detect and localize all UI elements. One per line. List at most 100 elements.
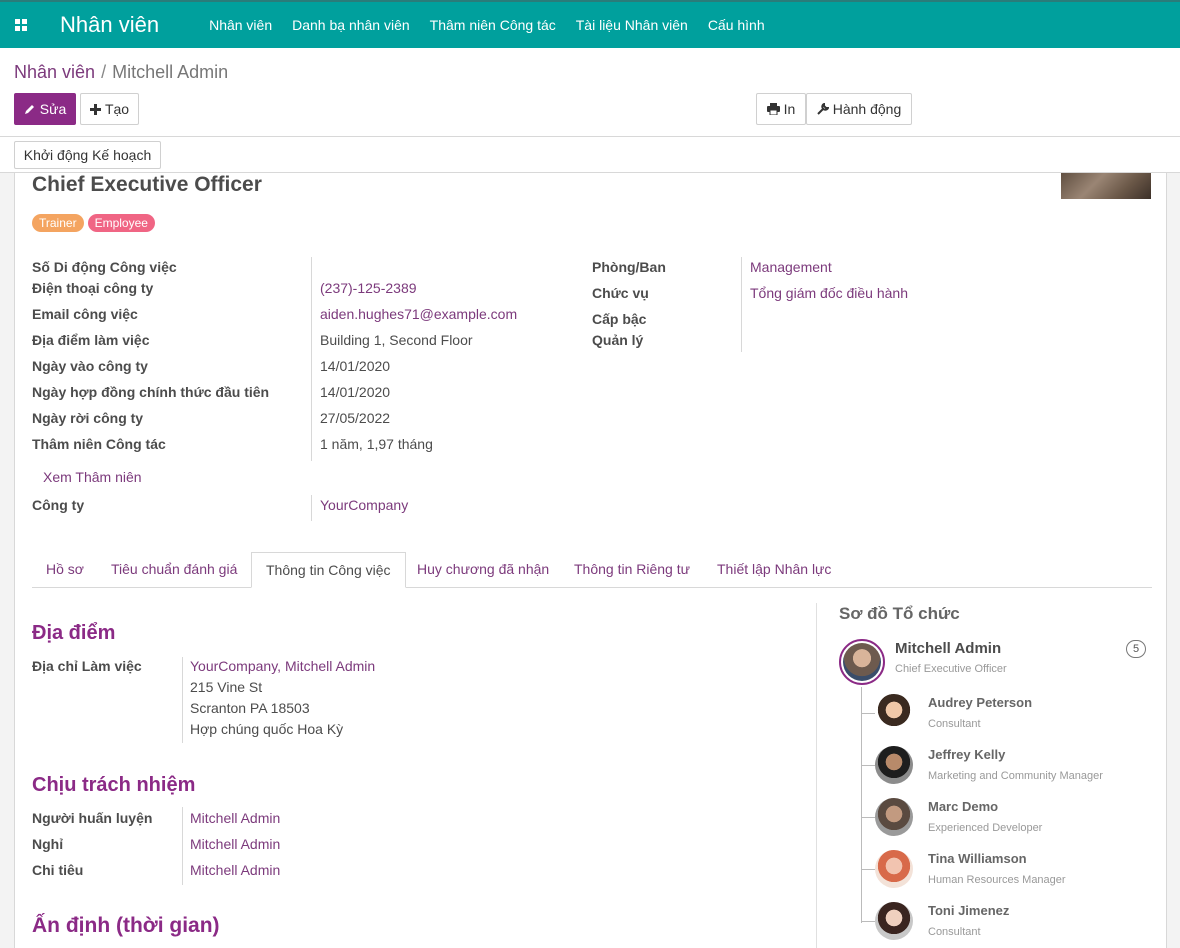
- menu-item-documents[interactable]: Tài liệu Nhân viên: [566, 2, 698, 48]
- join-date-label: Ngày vào công ty: [32, 358, 148, 374]
- position-label: Chức vụ: [592, 285, 649, 301]
- edit-button-label: Sửa: [39, 101, 67, 117]
- subordinate-avatar: [875, 694, 913, 732]
- apps-menu-icon[interactable]: [0, 2, 42, 48]
- app-brand[interactable]: Nhân viên: [60, 12, 159, 38]
- subordinate-name[interactable]: Jeffrey Kelly: [928, 747, 1005, 762]
- wrench-icon: [817, 103, 829, 115]
- top-navbar: Nhân viên Nhân viên Danh bạ nhân viên Th…: [0, 0, 1180, 48]
- tag-trainer[interactable]: Trainer: [32, 214, 84, 232]
- employee-photo[interactable]: [1061, 173, 1151, 199]
- subordinate-name[interactable]: Marc Demo: [928, 799, 998, 814]
- manager-label: Quản lý: [592, 332, 644, 348]
- tab-hr-settings[interactable]: Thiết lập Nhân lực: [703, 552, 845, 588]
- printer-icon: [766, 103, 780, 115]
- work-location-value[interactable]: Building 1, Second Floor: [320, 332, 473, 348]
- pencil-icon: [24, 105, 34, 114]
- subordinate-name[interactable]: Tina Williamson: [928, 851, 1027, 866]
- org-main-name[interactable]: Mitchell Admin: [895, 640, 1001, 657]
- join-date-value[interactable]: 14/01/2020: [320, 358, 390, 374]
- company-label: Công ty: [32, 497, 85, 513]
- leave-approver-value[interactable]: Mitchell Admin: [190, 836, 280, 852]
- status-bar: Khởi động Kế hoạch: [0, 137, 1180, 173]
- work-location-label: Địa điểm làm việc: [32, 332, 150, 348]
- tab-private-information[interactable]: Thông tin Riêng tư: [560, 552, 704, 588]
- org-subordinate[interactable]: Audrey Peterson Consultant: [861, 689, 1161, 737]
- org-subordinate[interactable]: Tina Williamson Human Resources Manager: [861, 845, 1161, 893]
- responsible-section-title: Chịu trách nhiệm: [32, 774, 196, 796]
- org-main-avatar[interactable]: [839, 639, 885, 685]
- menu-item-employees[interactable]: Nhân viên: [199, 2, 282, 48]
- subordinate-count-badge[interactable]: 5: [1126, 640, 1146, 658]
- subordinate-name[interactable]: Toni Jimenez: [928, 903, 1009, 918]
- org-main-role: Chief Executive Officer: [895, 663, 1007, 675]
- email-value[interactable]: aiden.hughes71@example.com: [320, 306, 517, 322]
- org-subordinate[interactable]: Marc Demo Experienced Developer: [861, 793, 1161, 841]
- trainer-value[interactable]: Mitchell Admin: [190, 810, 280, 826]
- tab-badges[interactable]: Huy chương đã nhận: [403, 552, 563, 588]
- main-menu: Nhân viên Danh bạ nhân viên Thâm niên Cô…: [199, 2, 775, 48]
- level-label: Cấp bậc: [592, 311, 647, 327]
- job-title[interactable]: Chief Executive Officer: [32, 173, 262, 197]
- notebook-tabs: Hồ sơ Tiêu chuẩn đánh giá Thông tin Công…: [32, 552, 1152, 588]
- department-value[interactable]: Management: [750, 259, 832, 275]
- company-divider: [311, 495, 312, 521]
- action-button-label: Hành động: [832, 101, 902, 117]
- company-value[interactable]: YourCompany: [320, 497, 408, 513]
- control-panel: Nhân viên / Mitchell Admin Sửa Tạo In Hành…: [0, 48, 1180, 137]
- view-seniority-link[interactable]: Xem Thâm niên: [43, 469, 142, 485]
- menu-item-directory[interactable]: Danh bạ nhân viên: [282, 2, 420, 48]
- org-subordinate[interactable]: Toni Jimenez Consultant: [861, 897, 1161, 945]
- expense-approver-value[interactable]: Mitchell Admin: [190, 862, 280, 878]
- leave-date-value[interactable]: 27/05/2022: [320, 410, 390, 426]
- subordinate-role: Consultant: [928, 926, 981, 938]
- subordinate-avatar: [875, 746, 913, 784]
- org-chart-divider: [816, 603, 817, 948]
- subordinate-role: Human Resources Manager: [928, 874, 1066, 886]
- address-line-2: Scranton PA 18503: [190, 700, 310, 716]
- subordinate-avatar: [875, 902, 913, 940]
- tab-appraisal-criteria[interactable]: Tiêu chuẩn đánh giá: [97, 552, 251, 588]
- expense-approver-label: Chi tiêu: [32, 862, 84, 878]
- phone-value[interactable]: (237)-125-2389: [320, 280, 417, 296]
- menu-item-seniority[interactable]: Thâm niên Công tác: [420, 2, 566, 48]
- location-section-title: Địa điểm: [32, 622, 116, 644]
- tag-employee[interactable]: Employee: [87, 214, 155, 232]
- print-button-label: In: [783, 101, 796, 117]
- seniority-label: Thâm niên Công tác: [32, 436, 166, 452]
- right-fields-divider: [741, 257, 742, 352]
- responsible-divider: [182, 807, 183, 885]
- position-value[interactable]: Tổng giám đốc điều hành: [750, 285, 908, 301]
- breadcrumb: Nhân viên / Mitchell Admin: [14, 62, 228, 83]
- subordinate-name[interactable]: Audrey Peterson: [928, 695, 1032, 710]
- create-button[interactable]: Tạo: [80, 93, 139, 125]
- breadcrumb-parent[interactable]: Nhân viên: [14, 62, 95, 82]
- subordinate-role: Marketing and Community Manager: [928, 770, 1103, 782]
- work-address-name[interactable]: YourCompany, Mitchell Admin: [190, 658, 375, 674]
- mobile-label: Số Di động Công việc: [32, 259, 177, 275]
- plus-icon: [89, 103, 101, 115]
- org-subordinate[interactable]: Jeffrey Kelly Marketing and Community Ma…: [861, 741, 1161, 789]
- schedule-section-title: Ấn định (thời gian): [32, 914, 220, 937]
- subordinate-role: Experienced Developer: [928, 822, 1043, 834]
- tab-profile[interactable]: Hồ sơ: [32, 552, 98, 588]
- edit-button[interactable]: Sửa: [14, 93, 76, 125]
- subordinate-avatar: [875, 850, 913, 888]
- seniority-value: 1 năm, 1,97 tháng: [320, 436, 433, 452]
- launch-plan-button[interactable]: Khởi động Kế hoạch: [14, 141, 161, 169]
- breadcrumb-separator: /: [101, 62, 107, 82]
- left-fields-divider: [311, 257, 312, 461]
- address-line-3: Hợp chúng quốc Hoa Kỳ: [190, 721, 344, 737]
- print-button[interactable]: In: [756, 93, 806, 125]
- tag-list: Trainer Employee: [32, 214, 155, 232]
- tab-work-information[interactable]: Thông tin Công việc: [251, 552, 406, 588]
- phone-label: Điện thoại công ty: [32, 280, 154, 296]
- breadcrumb-current: Mitchell Admin: [112, 62, 229, 82]
- contract-date-value[interactable]: 14/01/2020: [320, 384, 390, 400]
- address-line-1: 215 Vine St: [190, 679, 263, 695]
- leave-approver-label: Nghỉ: [32, 836, 64, 852]
- action-button[interactable]: Hành động: [806, 93, 912, 125]
- subordinate-avatar: [875, 798, 913, 836]
- menu-item-configuration[interactable]: Cấu hình: [698, 2, 775, 48]
- address-divider: [182, 657, 183, 743]
